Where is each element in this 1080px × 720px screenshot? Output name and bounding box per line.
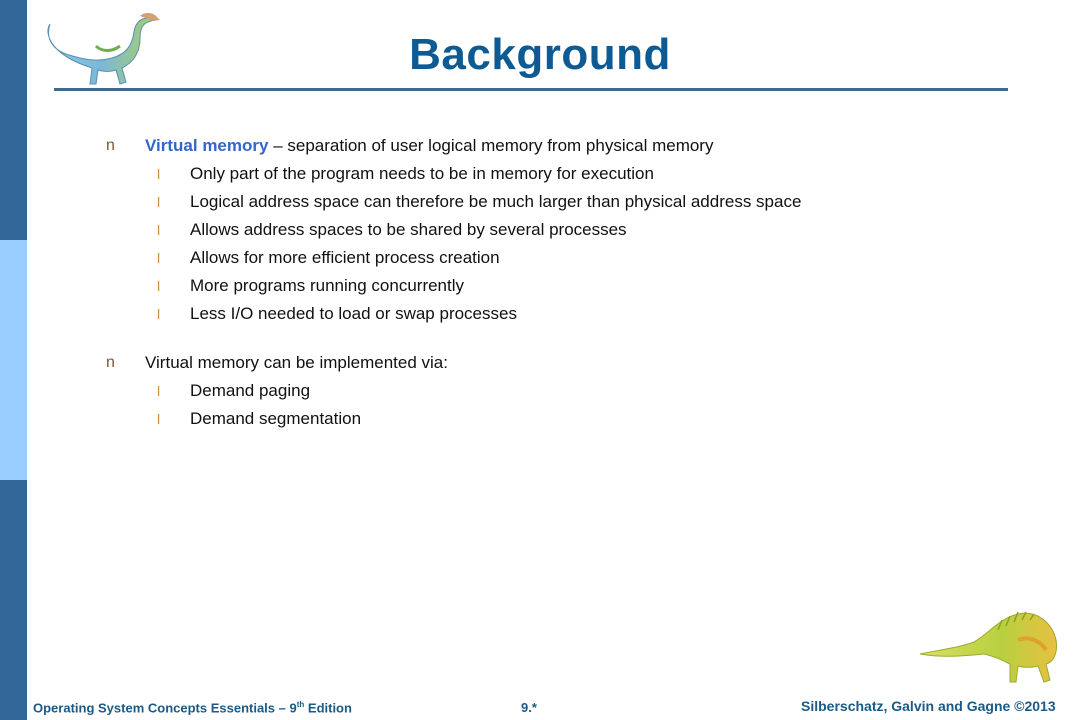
bullet-marker: n [106, 354, 115, 371]
sub-bullet-2-2: Demand segmentation [190, 409, 362, 428]
title-underline [54, 88, 1008, 91]
sub-bullet-marker: l [157, 306, 161, 322]
footer-book-prefix: Operating System Concepts Essentials – 9 [33, 700, 297, 716]
bullet-1-text: – separation of user logical memory from… [268, 136, 714, 155]
sub-bullet-marker: l [157, 383, 161, 399]
footer-copyright: Silberschatz, Galvin and Gagne ©2013 [801, 698, 1056, 714]
dinosaur-icon [919, 611, 1057, 683]
sub-bullet-1-1: Only part of the program needs to be in … [190, 164, 654, 183]
sub-bullet-1-5: More programs running concurrently [190, 276, 465, 295]
sub-bullet-marker: l [157, 222, 161, 238]
sub-bullet-marker: l [157, 166, 161, 182]
slide-number: 9.* [521, 700, 537, 715]
sub-bullet-1-3: Allows address spaces to be shared by se… [190, 220, 627, 239]
footer-book-suffix: Edition [304, 700, 352, 716]
sub-bullet-2-1: Demand paging [190, 381, 311, 400]
bullet-1: Virtual memory – separation of user logi… [145, 136, 713, 156]
footer-book-title: Operating System Concepts Essentials – 9… [33, 700, 352, 715]
term-virtual-memory: Virtual memory [145, 136, 269, 155]
sub-bullet-marker: l [157, 278, 161, 294]
sub-bullet-1-6: Less I/O needed to load or swap processe… [190, 304, 517, 323]
sub-bullet-1-2: Logical address space can therefore be m… [190, 192, 802, 211]
sidebar-highlight [0, 240, 27, 480]
sub-bullet-1-4: Allows for more efficient process creati… [190, 248, 500, 267]
bullet-2: Virtual memory can be implemented via: [145, 353, 448, 372]
sub-bullet-marker: l [157, 194, 161, 210]
bullet-marker: n [106, 137, 115, 154]
slide-title: Background [409, 30, 671, 79]
sub-bullet-marker: l [157, 411, 161, 427]
sub-bullet-marker: l [157, 250, 161, 266]
